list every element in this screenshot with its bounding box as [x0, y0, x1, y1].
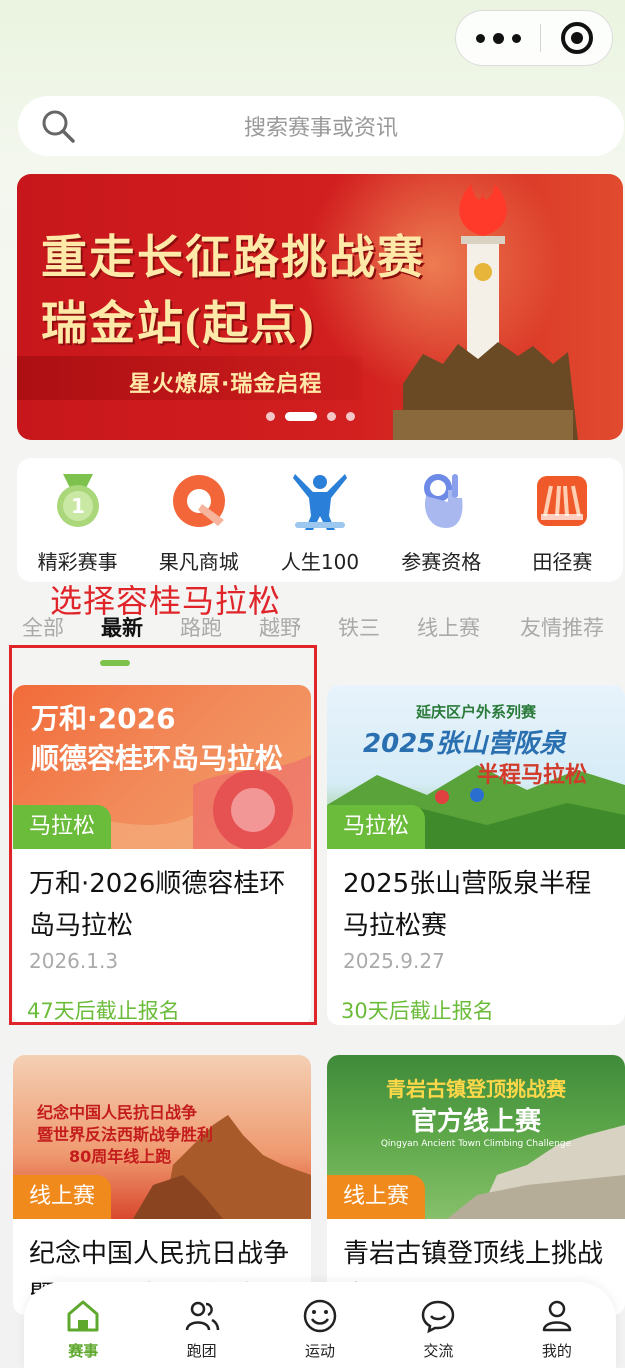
- group-icon: [185, 1301, 219, 1331]
- search-placeholder: 搜索赛事或资讯: [243, 116, 398, 141]
- shortcut-life100[interactable]: 人生100: [259, 458, 380, 582]
- banner-title-line2: 瑞金站(起点): [41, 298, 316, 349]
- nav-chat[interactable]: 交流: [379, 1282, 497, 1368]
- event-image-subtitle: 暨世界反法西斯战争胜利: [37, 1125, 214, 1144]
- ok-hand-icon: [424, 474, 463, 528]
- tab-all[interactable]: 全部: [22, 612, 64, 642]
- shortcut-label: 精彩赛事: [37, 550, 118, 574]
- shop-icon: [172, 475, 225, 527]
- shortcut-label: 田径赛: [532, 550, 593, 574]
- tab-latest[interactable]: 最新: [101, 612, 143, 642]
- shortcut-label: 参赛资格: [401, 550, 482, 574]
- banner-subtitle: 星火燎原·瑞金启程: [129, 372, 323, 397]
- shortcut-label: 人生100: [280, 550, 360, 574]
- shortcut-grid: 1 精彩赛事 果凡商城 人生100 参赛资格 田径赛: [17, 458, 623, 582]
- bottom-navigation: 赛事 跑团 运动 交流 我的: [24, 1282, 616, 1368]
- nav-sport[interactable]: 运动: [261, 1282, 379, 1368]
- event-image-english: Qingyan Ancient Town Climbing Challenge: [380, 1139, 572, 1149]
- event-image-subtitle: 官方线上赛: [410, 1107, 541, 1137]
- shortcut-featured-events[interactable]: 1 精彩赛事: [17, 458, 138, 582]
- event-image-title: 纪念中国人民抗日战争: [37, 1103, 198, 1122]
- tab-friends[interactable]: 友情推荐: [520, 612, 604, 642]
- svg-text:1: 1: [71, 494, 85, 518]
- banner-title-line1: 重走长征路挑战赛: [41, 232, 425, 283]
- nav-label: 交流: [423, 1342, 454, 1360]
- event-image-title: 2025张山营阪泉: [363, 729, 566, 759]
- record-close-icon[interactable]: [541, 11, 612, 65]
- tab-triathlon[interactable]: 铁三: [338, 612, 380, 642]
- event-deadline: 30天后截止报名: [341, 999, 494, 1023]
- more-dots-icon[interactable]: [456, 11, 540, 65]
- event-title: 2025张山营阪泉半程马拉松赛: [343, 869, 592, 941]
- carousel-dot[interactable]: [346, 412, 355, 421]
- profile-icon: [542, 1300, 572, 1332]
- runner-icon: [293, 474, 347, 530]
- carousel-dot[interactable]: [266, 412, 275, 421]
- banner-carousel-dots: [266, 412, 355, 421]
- event-tag: 线上赛: [13, 1175, 112, 1219]
- event-image-subtitle: 半程马拉松: [477, 763, 588, 788]
- home-icon: [67, 1300, 99, 1332]
- event-tag: 马拉松: [327, 805, 426, 849]
- event-card-anti-war[interactable]: 纪念中国人民抗日战争 暨世界反法西斯战争胜利 80周年线上跑 线上赛 纪念中国人…: [13, 1055, 311, 1315]
- chat-icon: [422, 1300, 455, 1334]
- shortcut-track[interactable]: 田径赛: [502, 458, 623, 582]
- nav-label: 跑团: [186, 1342, 217, 1360]
- category-tabs: 全部 最新 路跑 越野 铁三 线上赛 友情推荐: [0, 612, 625, 648]
- tab-online[interactable]: 线上赛: [417, 612, 480, 642]
- event-image-series: 延庆区户外系列赛: [415, 703, 536, 721]
- carousel-dot[interactable]: [327, 412, 336, 421]
- shortcut-qualification[interactable]: 参赛资格: [381, 458, 502, 582]
- event-card-zhangshanying[interactable]: 延庆区户外系列赛 2025张山营阪泉 半程马拉松 马拉松 2025张山营阪泉半程…: [327, 685, 625, 1025]
- nav-label: 我的: [541, 1342, 572, 1360]
- tab-trail[interactable]: 越野: [259, 612, 301, 642]
- event-image-title: 青岩古镇登顶挑战赛: [386, 1077, 566, 1101]
- nav-running-group[interactable]: 跑团: [142, 1282, 260, 1368]
- shortcut-shop[interactable]: 果凡商城: [138, 458, 259, 582]
- event-card-qingyan[interactable]: 青岩古镇登顶挑战赛 官方线上赛 Qingyan Ancient Town Cli…: [327, 1055, 625, 1315]
- selection-highlight-box: [9, 645, 317, 1025]
- tab-road[interactable]: 路跑: [180, 612, 222, 642]
- shortcut-label: 果凡商城: [158, 550, 239, 574]
- nav-profile[interactable]: 我的: [498, 1282, 616, 1368]
- event-date: 2025.9.27: [343, 949, 445, 973]
- medal-icon: 1: [56, 474, 99, 527]
- search-bar[interactable]: 搜索赛事或资讯: [18, 96, 624, 156]
- search-icon: [42, 110, 75, 143]
- event-tag: 线上赛: [327, 1175, 426, 1219]
- event-image-subtitle2: 80周年线上跑: [69, 1147, 172, 1166]
- track-icon: [537, 476, 588, 526]
- nav-events[interactable]: 赛事: [24, 1282, 142, 1368]
- mini-program-capsule: [455, 10, 613, 66]
- carousel-dot-active[interactable]: [285, 412, 317, 421]
- monument-image: [393, 184, 578, 440]
- nav-label: 赛事: [68, 1342, 99, 1360]
- smile-icon: [303, 1299, 337, 1333]
- nav-label: 运动: [305, 1342, 336, 1360]
- promo-banner[interactable]: 重走长征路挑战赛 瑞金站(起点) 星火燎原·瑞金启程: [17, 174, 623, 440]
